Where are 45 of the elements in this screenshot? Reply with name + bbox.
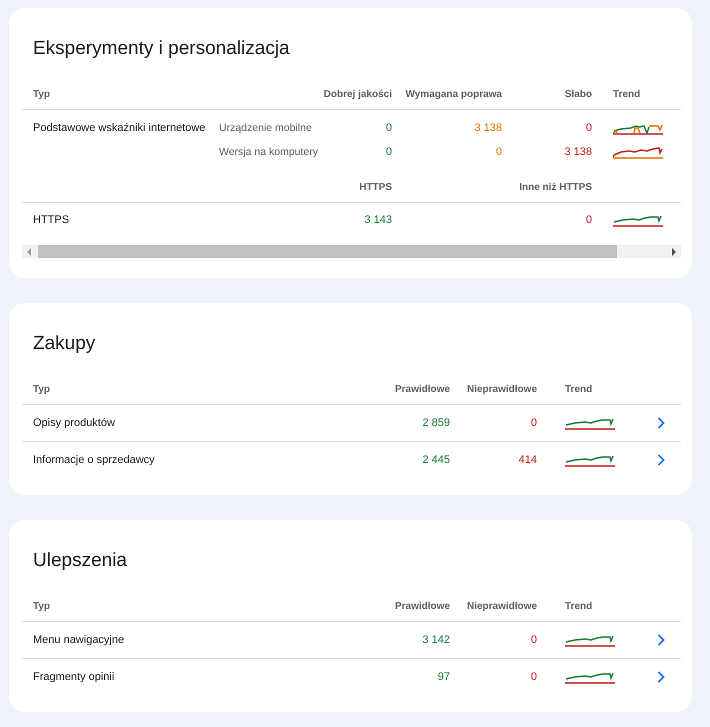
table-cell: 2 859 [300, 405, 460, 442]
table-cell-text: 0 [584, 121, 593, 136]
column-header: Nieprawidłowe [460, 591, 547, 622]
table-cell-text: 0 [384, 121, 393, 136]
column-header: Dobrej jakości [322, 79, 402, 110]
table-cell: 3 142 [300, 622, 460, 659]
table-cell: 0 [460, 622, 547, 659]
table-cell-text: 0 [494, 145, 503, 160]
table-cell-text: 414 [518, 453, 538, 468]
column-header: Typ [22, 591, 300, 622]
table-cell-text: Fragmenty opinii [32, 670, 116, 685]
scroll-right-icon[interactable] [670, 248, 678, 256]
column-header: Słabo [512, 79, 602, 110]
column-header: Prawidłowe [300, 591, 460, 622]
section-title: Zakupy [33, 332, 96, 356]
column-header: Typ [22, 79, 210, 110]
table-cell-text: 97 [436, 670, 451, 685]
table-cell-text: Podstawowe wskaźniki internetowe [32, 121, 206, 136]
column-header: Nieprawidłowe [460, 374, 547, 405]
table-cell-text: Urządzenie mobilne [218, 121, 313, 136]
table-cell-text: 3 138 [563, 145, 593, 160]
column-header: Trend [547, 374, 640, 405]
column-header: Prawidłowe [300, 374, 460, 405]
table-cell: 0 [460, 405, 547, 442]
column-header: Typ [22, 374, 300, 405]
table-cell: Opisy produktów [22, 405, 300, 442]
table-cell-text: 0 [384, 145, 393, 160]
table-cell-text: 3 138 [473, 121, 503, 136]
section-title: Ulepszenia [33, 549, 128, 573]
column-header: Wymagana poprawa [402, 79, 512, 110]
table-cell-text: HTTPS [32, 213, 70, 228]
scroll-left-icon[interactable] [25, 248, 33, 256]
column-header: HTTPS [322, 172, 402, 203]
table-cell-text: 0 [584, 213, 593, 228]
table-cell-text: 2 445 [421, 453, 451, 468]
trend-sparkline [613, 144, 663, 160]
column-header: Trend [547, 591, 640, 622]
table-cell-text: Wersja na komputery [218, 145, 320, 160]
table-cell-text: 0 [530, 670, 538, 685]
table-cell-text: Informacje o sprzedawcy [32, 453, 156, 468]
table-cell: Menu nawigacyjne [22, 622, 300, 659]
table-cell-text: 3 143 [363, 213, 393, 228]
section-title: Eksperymenty i personalizacja [33, 37, 291, 61]
column-header: Inne niż HTTPS [512, 172, 602, 203]
column-header: Trend [602, 79, 681, 110]
